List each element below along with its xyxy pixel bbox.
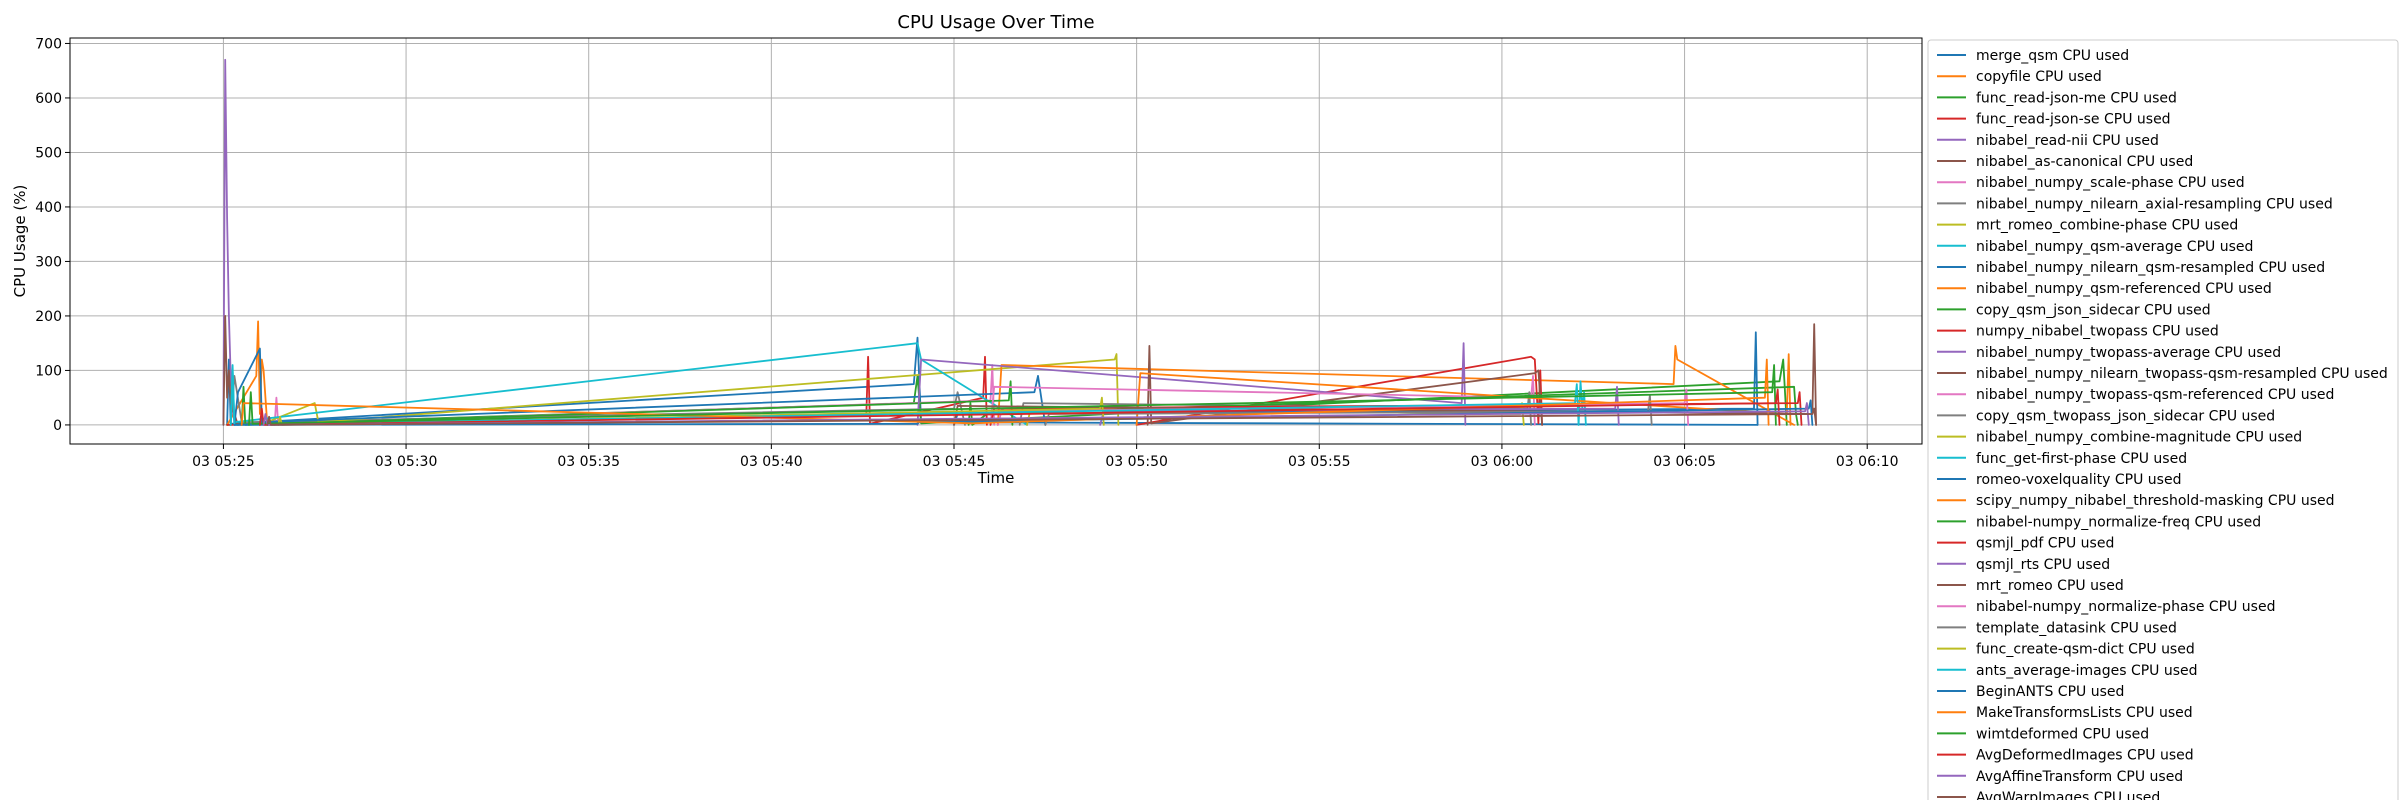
legend-label: numpy_nibabel_twopass CPU used (1976, 324, 2219, 340)
legend-item: nibabel_numpy_qsm-referenced CPU used (1937, 281, 2272, 297)
legend-label: nibabel_numpy_qsm-referenced CPU used (1976, 281, 2272, 297)
x-tick-label: 03 06:10 (1836, 454, 1899, 470)
legend-label: copy_qsm_json_sidecar CPU used (1976, 302, 2211, 318)
y-tick-label: 600 (35, 91, 62, 107)
legend-label: nibabel-numpy_normalize-freq CPU used (1976, 514, 2261, 530)
x-tick-label: 03 05:55 (1288, 454, 1351, 470)
legend-item: nibabel-numpy_normalize-phase CPU used (1937, 599, 2275, 615)
legend-label: template_datasink CPU used (1976, 620, 2177, 636)
legend-item: nibabel_as-canonical CPU used (1937, 154, 2193, 170)
legend-item: MakeTransformsLists CPU used (1937, 705, 2193, 721)
legend-label: merge_qsm CPU used (1976, 48, 2129, 64)
legend-label: copy_qsm_twopass_json_sidecar CPU used (1976, 408, 2275, 424)
legend-label: nibabel_numpy_combine-magnitude CPU used (1976, 430, 2302, 446)
legend-label: romeo-voxelquality CPU used (1976, 472, 2181, 488)
y-tick-label: 300 (35, 254, 62, 270)
legend-item: nibabel_numpy_twopass-qsm-referenced CPU… (1937, 387, 2334, 403)
legend-label: func_read-json-me CPU used (1976, 90, 2177, 106)
legend-label: nibabel_numpy_twopass-average CPU used (1976, 345, 2281, 361)
legend-item: AvgDeformedImages CPU used (1937, 748, 2194, 764)
legend-item: copy_qsm_json_sidecar CPU used (1937, 302, 2211, 318)
y-tick-label: 0 (53, 418, 62, 434)
x-tick-label: 03 05:25 (192, 454, 255, 470)
legend-label: func_create-qsm-dict CPU used (1976, 642, 2195, 658)
x-axis-label: Time (977, 469, 1015, 487)
legend-label: func_read-json-se CPU used (1976, 112, 2171, 128)
legend-label: copyfile CPU used (1976, 69, 2102, 85)
legend-item: nibabel_numpy_combine-magnitude CPU used (1937, 430, 2302, 446)
legend-label: nibabel_numpy_nilearn_qsm-resampled CPU … (1976, 260, 2325, 276)
legend-label: nibabel_numpy_twopass-qsm-referenced CPU… (1976, 387, 2334, 403)
legend-label: mrt_romeo_combine-phase CPU used (1976, 218, 2238, 234)
x-tick-label: 03 05:40 (740, 454, 803, 470)
legend-label: nibabel_numpy_qsm-average CPU used (1976, 239, 2253, 255)
legend-item: ants_average-images CPU used (1937, 663, 2198, 679)
legend-item: scipy_numpy_nibabel_threshold-masking CP… (1937, 493, 2335, 509)
y-tick-label: 100 (35, 363, 62, 379)
legend-item: nibabel-numpy_normalize-freq CPU used (1937, 514, 2261, 530)
y-tick-label: 400 (35, 200, 62, 216)
legend: merge_qsm CPU used copyfile CPU used func_… (1927, 39, 2399, 800)
legend-label: scipy_numpy_nibabel_threshold-masking CP… (1976, 493, 2335, 509)
legend-label: nibabel_numpy_scale-phase CPU used (1976, 175, 2245, 191)
legend-label: nibabel_read-nii CPU used (1976, 133, 2159, 149)
x-tick-label: 03 05:45 (923, 454, 986, 470)
legend-label: func_get-first-phase CPU used (1976, 451, 2187, 467)
x-tick-label: 03 06:00 (1471, 454, 1534, 470)
legend-label: BeginANTS CPU used (1976, 684, 2124, 700)
legend-item: nibabel_numpy_qsm-average CPU used (1937, 239, 2253, 255)
y-tick-label: 200 (35, 309, 62, 325)
legend-item: mrt_romeo_combine-phase CPU used (1937, 218, 2238, 234)
legend-label: qsmjl_pdf CPU used (1976, 536, 2114, 552)
y-tick-label: 700 (35, 36, 62, 52)
legend-label: AvgAffineTransform CPU used (1976, 769, 2183, 785)
legend-item: func_create-qsm-dict CPU used (1937, 642, 2195, 658)
legend-label: wimtdeformed CPU used (1976, 726, 2149, 742)
chart-title: CPU Usage Over Time (897, 12, 1094, 33)
y-tick-label: 500 (35, 145, 62, 161)
legend-item: nibabel_numpy_nilearn_axial-resampling C… (1937, 196, 2333, 212)
legend-item: copy_qsm_twopass_json_sidecar CPU used (1937, 408, 2275, 424)
legend-label: AvgDeformedImages CPU used (1976, 748, 2194, 764)
x-tick-label: 03 05:50 (1105, 454, 1168, 470)
legend-item: nibabel_numpy_twopass-average CPU used (1937, 345, 2281, 361)
chart-svg: CPU Usage Over Time 03 05:25 03 05:30 03 0… (0, 0, 2400, 800)
legend-label: ants_average-images CPU used (1976, 663, 2198, 679)
legend-label: qsmjl_rts CPU used (1976, 557, 2110, 573)
legend-label: mrt_romeo CPU used (1976, 578, 2124, 594)
plot-area: 03 05:25 03 05:30 03 05:35 03 05:40 03 05:45… (35, 36, 1923, 470)
legend-label: MakeTransformsLists CPU used (1976, 705, 2193, 721)
legend-label: nibabel_numpy_nilearn_twopass-qsm-resamp… (1976, 366, 2388, 382)
legend-label: nibabel_as-canonical CPU used (1976, 154, 2193, 170)
x-tick-label: 03 05:35 (557, 454, 620, 470)
legend-item: numpy_nibabel_twopass CPU used (1937, 324, 2219, 340)
y-axis-label: CPU Usage (%) (11, 185, 29, 298)
legend-item: nibabel_numpy_nilearn_twopass-qsm-resamp… (1937, 366, 2388, 382)
x-tick-label: 03 06:05 (1653, 454, 1716, 470)
chart-figure: CPU Usage Over Time 03 05:25 03 05:30 03 0… (0, 0, 2400, 800)
legend-label: nibabel_numpy_nilearn_axial-resampling C… (1976, 196, 2333, 212)
legend-label: nibabel-numpy_normalize-phase CPU used (1976, 599, 2275, 615)
legend-label: AvgWarpImages CPU used (1976, 790, 2160, 800)
x-tick-label: 03 05:30 (375, 454, 438, 470)
legend-item: nibabel_numpy_nilearn_qsm-resampled CPU … (1937, 260, 2325, 276)
legend-item: nibabel_numpy_scale-phase CPU used (1937, 175, 2245, 191)
